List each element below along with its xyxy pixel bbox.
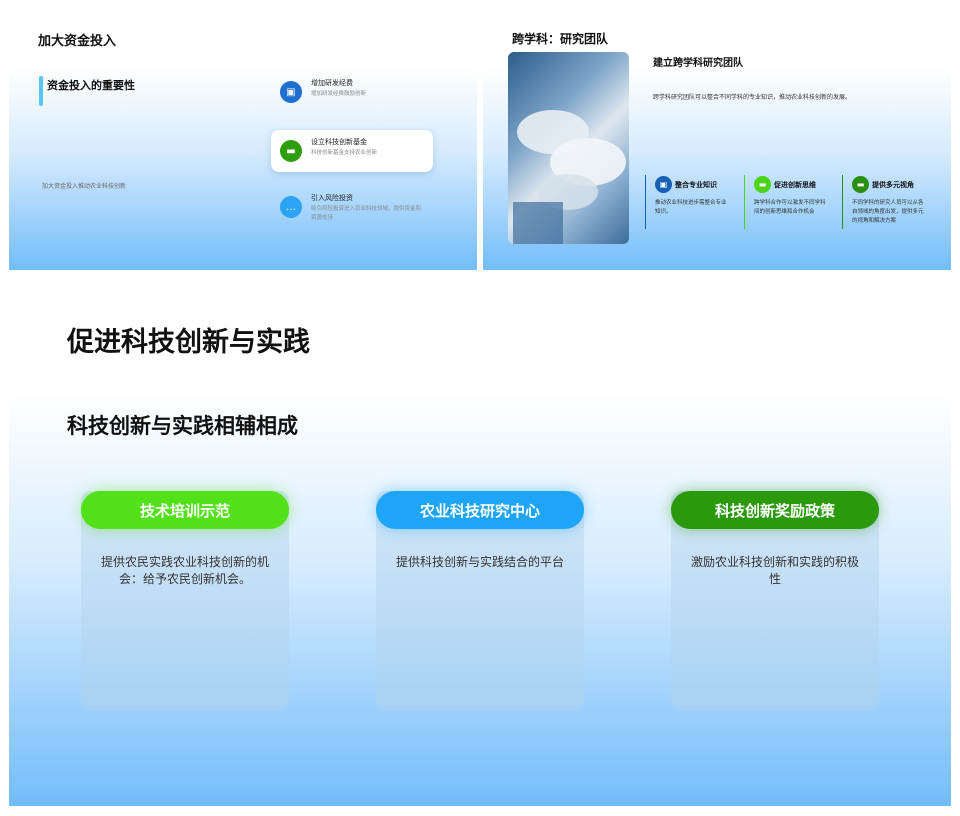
slide-title: 加大资金投入 <box>38 34 117 49</box>
feature-title: 设立科技创新基金 <box>311 138 367 146</box>
info-column: ▣ 整合专业知识 推动农业科技进步需整合专业知识。 <box>645 175 737 229</box>
slide-title: 促进科技创新与实践 <box>67 327 310 358</box>
slide-thumbnail-team[interactable]: 跨学科：研究团队 建立跨学科研究团队 跨学科研究团队可以整合不同学科的专业知识，… <box>483 10 951 270</box>
card-text: 激励农业科技创新和实践的积极性 <box>690 555 859 587</box>
gloved-hands-photo <box>508 52 629 244</box>
column-title: 促进创新思维 <box>774 181 816 189</box>
feature-item-active: ▬ 设立科技创新基金 科技创新基金支持农业创新 <box>271 130 433 172</box>
info-column: ▬ 提供多元视角 不同学科的研究人员可以从各自领域的角度出发，提供多元的视角和解… <box>842 175 934 229</box>
slide-subtitle: 科技创新与实践相辅相成 <box>67 414 298 438</box>
accent-bar <box>39 76 43 106</box>
slide-subtitle: 资金投入的重要性 <box>47 79 135 92</box>
section-description: 跨学科研究团队可以整合不同学科的专业知识，推动农业科技创新的发展。 <box>653 94 852 101</box>
slide-thumbnail-funding[interactable]: 加大资金投入 资金投入的重要性 加大资金投入推动农业科技创新 ▣ 增加研发经费 … <box>9 10 477 270</box>
sofa-icon: ▬ <box>754 176 771 193</box>
column-desc: 推动农业科技进步需整合专业知识。 <box>655 200 727 215</box>
image-icon: ▣ <box>280 81 302 103</box>
card-text: 提供农民实践农业科技创新的机会：给予农民创新机会。 <box>100 555 269 587</box>
column-title: 提供多元视角 <box>872 181 914 189</box>
feature-item: … 引入风险投资 吸引风险投资进入农业科技领域，提供资金和资源支持 <box>271 186 433 228</box>
feature-item: ▣ 增加研发经费 增加研发经费鼓励创新 <box>271 71 433 113</box>
card-label-pill: 技术培训示范 <box>81 491 289 529</box>
policy-card: 农业科技研究中心 提供科技创新与实践结合的平台 <box>376 491 584 711</box>
slide-note: 加大资金投入推动农业科技创新 <box>42 183 127 190</box>
chat-icon: … <box>280 196 302 218</box>
image-icon: ▣ <box>655 176 672 193</box>
slide-title: 跨学科：研究团队 <box>512 32 609 46</box>
column-desc: 跨学科合作可以激发不同学科间的创新思维和合作机会 <box>754 200 826 215</box>
column-title: 整合专业知识 <box>675 181 717 189</box>
card-label-pill: 科技创新奖励政策 <box>671 491 879 529</box>
feature-desc: 科技创新基金支持农业创新 <box>311 150 378 156</box>
sofa-icon: ▬ <box>280 140 302 162</box>
column-desc: 不同学科的研究人员可以从各自领域的角度出发，提供多元的视角和解决方案 <box>852 200 924 224</box>
policy-card: 科技创新奖励政策 激励农业科技创新和实践的积极性 <box>671 491 879 711</box>
card-text: 提供科技创新与实践结合的平台 <box>395 555 564 569</box>
sofa-icon: ▬ <box>852 176 869 193</box>
feature-title: 增加研发经费 <box>311 79 353 87</box>
info-column: ▬ 促进创新思维 跨学科合作可以激发不同学科间的创新思维和合作机会 <box>744 175 836 229</box>
section-heading: 建立跨学科研究团队 <box>653 58 743 69</box>
feature-title: 引入风险投资 <box>311 194 353 202</box>
feature-desc: 吸引风险投资进入农业科技领域，提供资金和资源支持 <box>311 206 422 221</box>
card-label-pill: 农业科技研究中心 <box>376 491 584 529</box>
slide-innovation-practice[interactable]: 促进科技创新与实践 科技创新与实践相辅相成 技术培训示范 提供农民实践农业科技创… <box>9 276 951 806</box>
gloves-illustration <box>513 110 626 244</box>
policy-card: 技术培训示范 提供农民实践农业科技创新的机会：给予农民创新机会。 <box>81 491 289 711</box>
feature-desc: 增加研发经费鼓励创新 <box>311 91 367 97</box>
